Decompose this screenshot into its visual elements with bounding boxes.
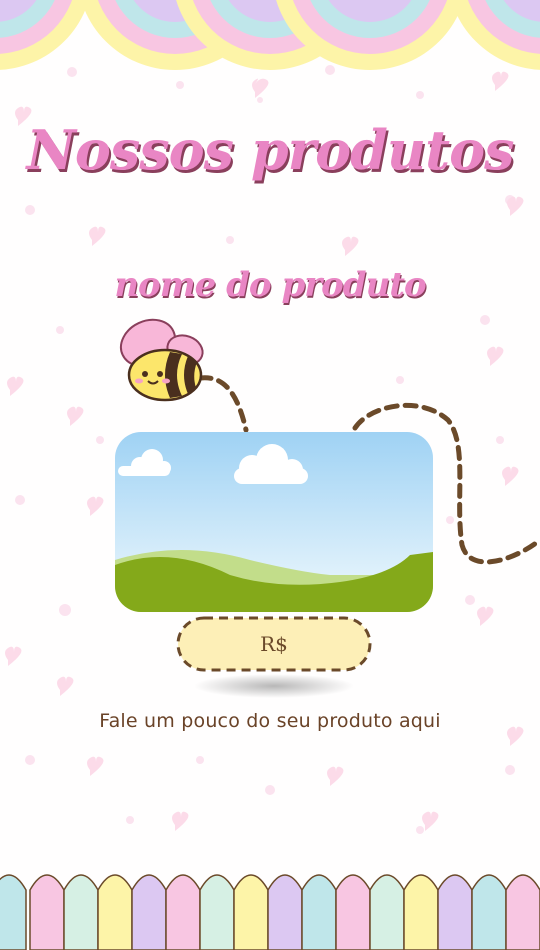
bee-icon bbox=[119, 318, 204, 402]
page-title: Nossos produtos bbox=[26, 118, 514, 182]
product-name: nome do produto bbox=[114, 265, 426, 305]
rainbow-border-top bbox=[0, 0, 540, 70]
product-description: Fale um pouco do seu produto aqui bbox=[99, 710, 441, 732]
price-label: R$ bbox=[260, 632, 288, 656]
story-canvas: Nossos produtos nome do produto R$ Fale … bbox=[0, 0, 540, 950]
price-shadow bbox=[194, 674, 354, 698]
pastel-fence-bottom bbox=[0, 874, 540, 950]
product-image-placeholder bbox=[115, 432, 433, 612]
